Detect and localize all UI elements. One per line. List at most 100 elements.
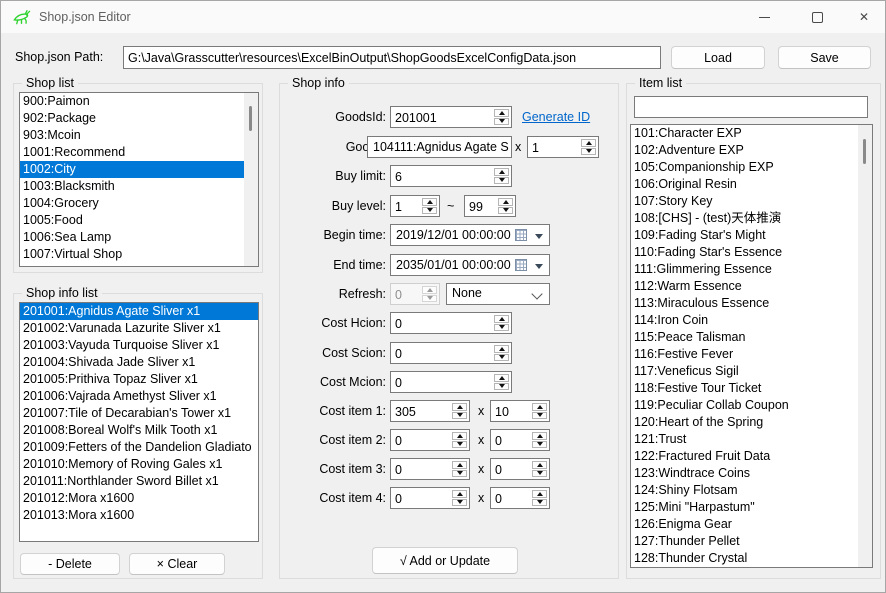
spin-up-button[interactable] [498,198,513,206]
list-item[interactable]: 123:Windtrace Coins [631,465,858,482]
cost-hcion-input[interactable] [391,313,491,333]
spin-down-button[interactable] [452,412,467,420]
spin-up-button[interactable] [422,198,437,206]
list-item[interactable]: 1003:Blacksmith [20,178,244,195]
shop-list-scrollbar-thumb[interactable] [249,106,252,131]
cost-item-1-id-spinner[interactable] [390,400,470,422]
refresh-mode-combo[interactable]: None [446,283,550,305]
spin-up-button[interactable] [494,315,509,323]
cost-item-2-id-spinner[interactable] [390,429,470,451]
list-item[interactable]: 106:Original Resin [631,176,858,193]
list-item[interactable]: 124:Shiny Flotsam [631,482,858,499]
item-filter-input[interactable] [634,96,868,118]
list-item[interactable]: 114:Iron Coin [631,312,858,329]
list-item[interactable]: 110:Fading Star's Essence [631,244,858,261]
spin-up-button[interactable] [581,139,596,147]
save-button[interactable]: Save [778,46,871,69]
spin-up-button[interactable] [494,374,509,382]
list-item[interactable]: 109:Fading Star's Might [631,227,858,244]
list-item[interactable]: 112:Warm Essence [631,278,858,295]
buy-level-min-input[interactable] [391,196,419,216]
list-item[interactable]: 201003:Vayuda Turquoise Sliver x1 [20,337,258,354]
cost-mcion-spinner[interactable] [390,371,512,393]
cost-item-4-count-spinner[interactable] [490,487,550,509]
spin-down-button[interactable] [494,354,509,362]
load-button[interactable]: Load [671,46,765,69]
cost-mcion-input[interactable] [391,372,491,392]
list-item[interactable]: 201011:Northlander Sword Billet x1 [20,473,258,490]
spin-up-button[interactable] [532,490,547,498]
list-item[interactable]: 201008:Boreal Wolf's Milk Tooth x1 [20,422,258,439]
cost-item-2-count-spinner[interactable] [490,429,550,451]
shop-listbox[interactable]: 900:Paimon902:Package903:Mcoin1001:Recom… [19,92,259,267]
delete-button[interactable]: - Delete [20,553,120,575]
cost-hcion-spinner[interactable] [390,312,512,334]
spin-up-button[interactable] [532,403,547,411]
item-list-scrollbar-thumb[interactable] [863,139,866,164]
list-item[interactable]: 117:Veneficus Sigil [631,363,858,380]
list-item[interactable]: 122:Fractured Fruit Data [631,448,858,465]
clear-button[interactable]: × Clear [129,553,225,575]
minimize-button[interactable] [741,1,787,33]
goods-combo[interactable]: 104111:Agnidus Agate S [367,136,512,158]
spin-up-button[interactable] [494,168,509,176]
cost-item-1-id-input[interactable] [391,401,449,421]
dropdown-arrow-icon[interactable] [535,264,543,269]
list-item[interactable]: 108:[CHS] - (test)天体推演 [631,210,858,227]
list-item[interactable]: 201012:Mora x1600 [20,490,258,507]
cost-scion-spinner[interactable] [390,342,512,364]
end-time-picker[interactable]: 2035/01/01 00:00:00 [390,254,550,276]
list-item[interactable]: 1005:Food [20,212,244,229]
buy-level-max-spinner[interactable] [464,195,516,217]
cost-item-4-count-input[interactable] [491,488,529,508]
item-list-scrollbar[interactable] [858,125,872,567]
list-item[interactable]: 902:Package [20,110,244,127]
list-item[interactable]: 126:Enigma Gear [631,516,858,533]
cost-item-2-id-input[interactable] [391,430,449,450]
spin-up-button[interactable] [452,461,467,469]
list-item[interactable]: 201004:Shivada Jade Sliver x1 [20,354,258,371]
spin-down-button[interactable] [532,499,547,507]
list-item[interactable]: 113:Miraculous Essence [631,295,858,312]
cost-item-2-count-input[interactable] [491,430,529,450]
spin-down-button[interactable] [422,207,437,215]
spin-down-button[interactable] [494,324,509,332]
goods-count-spinner[interactable] [527,136,599,158]
spin-up-button[interactable] [452,432,467,440]
buy-level-max-input[interactable] [465,196,495,216]
spin-up-button[interactable] [532,461,547,469]
shop-info-listbox[interactable]: 201001:Agnidus Agate Sliver x1201002:Var… [19,302,259,542]
item-listbox[interactable]: 101:Character EXP102:Adventure EXP105:Co… [630,124,873,568]
begin-time-picker[interactable]: 2019/12/01 00:00:00 [390,224,550,246]
goodsid-input[interactable] [391,107,491,127]
list-item[interactable]: 1001:Recommend [20,144,244,161]
spin-up-button[interactable] [452,403,467,411]
list-item[interactable]: 1002:City [20,161,244,178]
list-item[interactable]: 102:Adventure EXP [631,142,858,159]
list-item[interactable]: 903:Mcoin [20,127,244,144]
buy-level-min-spinner[interactable] [390,195,440,217]
spin-down-button[interactable] [452,499,467,507]
spin-down-button[interactable] [452,441,467,449]
cost-item-4-id-spinner[interactable] [390,487,470,509]
maximize-button[interactable] [794,1,840,33]
list-item[interactable]: 1006:Sea Lamp [20,229,244,246]
list-item[interactable]: 116:Festive Fever [631,346,858,363]
buy-limit-spinner[interactable] [390,165,512,187]
list-item[interactable]: 201007:Tile of Decarabian's Tower x1 [20,405,258,422]
list-item[interactable]: 201001:Agnidus Agate Sliver x1 [20,303,258,320]
list-item[interactable]: 105:Companionship EXP [631,159,858,176]
spin-up-button[interactable] [452,490,467,498]
list-item[interactable]: 201006:Vajrada Amethyst Sliver x1 [20,388,258,405]
list-item[interactable]: 1004:Grocery [20,195,244,212]
list-item[interactable]: 900:Paimon [20,93,244,110]
shop-list-scrollbar[interactable] [244,93,258,266]
close-button[interactable]: ✕ [841,1,886,33]
title-bar[interactable]: Shop.json Editor ✕ [1,1,885,33]
list-item[interactable]: 101:Character EXP [631,125,858,142]
list-item[interactable]: 201013:Mora x1600 [20,507,258,524]
cost-item-1-count-spinner[interactable] [490,400,550,422]
spin-down-button[interactable] [532,441,547,449]
path-input[interactable] [123,46,661,69]
list-item[interactable]: 127:Thunder Pellet [631,533,858,550]
